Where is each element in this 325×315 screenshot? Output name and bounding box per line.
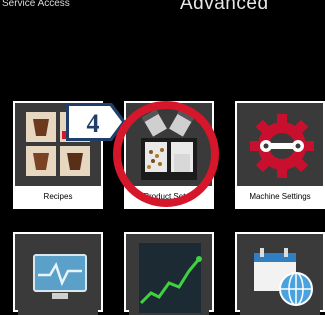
monitor-icon [18,237,98,315]
tile-calendar[interactable] [235,232,325,315]
top-bar: Service Access Advanced [0,0,325,14]
tile-machine-settings[interactable]: Machine Settings [235,101,325,209]
highlight-circle [113,101,219,207]
service-access-label[interactable]: Service Access [2,0,70,9]
step-number: 4 [87,109,100,138]
statistics-chart-icon [129,237,209,315]
page-title: Advanced [180,0,269,14]
tile-monitor[interactable] [13,232,103,315]
tile-statistics[interactable] [124,232,214,315]
machine-settings-icon [240,106,320,184]
tile-label: Machine Settings [237,186,323,207]
calendar-globe-icon [240,237,320,315]
tile-label: Recipes [15,186,101,207]
